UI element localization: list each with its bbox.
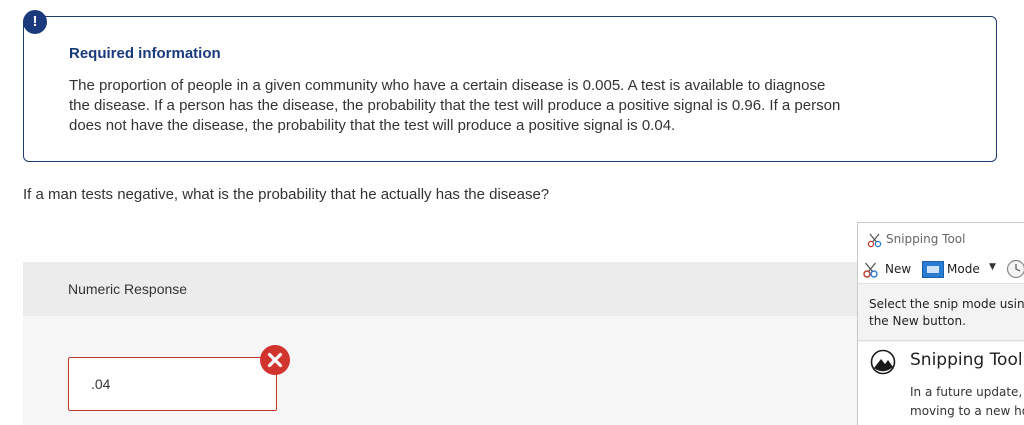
snip-instruction-line: Select the snip mode using	[869, 297, 1024, 311]
snip-instruction-line: the New button.	[869, 314, 966, 328]
snip-notice-heading: Snipping Tool i	[910, 350, 1024, 370]
snip-instructions: Select the snip mode using the New butto…	[869, 296, 1024, 330]
snip-notice-line: moving to a new ho	[910, 404, 1024, 418]
new-button[interactable]: New	[885, 262, 911, 276]
info-line: does not have the disease, the probabili…	[69, 117, 676, 134]
snip-notice-text: In a future update, S moving to a new ho	[910, 383, 1024, 421]
incorrect-icon	[260, 345, 290, 375]
snip-notice-line: In a future update, S	[910, 385, 1024, 399]
new-snip-icon[interactable]	[862, 261, 880, 279]
snipping-tool-window[interactable]: Snipping Tool New Mode ▼ Select the snip…	[857, 222, 1024, 425]
mode-dropdown-icon[interactable]: ▼	[989, 262, 996, 272]
snipping-toolbar: New Mode ▼	[858, 257, 1024, 283]
divider	[858, 340, 1024, 341]
numeric-response-label: Numeric Response	[68, 281, 188, 297]
info-line: The proportion of people in a given comm…	[69, 77, 826, 94]
info-line: the disease. If a person has the disease…	[69, 97, 841, 114]
answer-input[interactable]: .04	[68, 357, 277, 411]
mode-icon[interactable]	[922, 261, 944, 278]
alert-icon: !	[23, 10, 47, 34]
mode-button[interactable]: Mode	[947, 262, 980, 276]
snip-sketch-icon	[870, 349, 896, 375]
question-text: If a man tests negative, what is the pro…	[23, 186, 550, 203]
delay-clock-icon[interactable]	[1006, 259, 1024, 279]
info-body: The proportion of people in a given comm…	[69, 76, 959, 136]
info-title: Required information	[69, 45, 221, 62]
snipping-tool-title: Snipping Tool	[886, 232, 966, 246]
scissors-icon	[867, 233, 882, 248]
